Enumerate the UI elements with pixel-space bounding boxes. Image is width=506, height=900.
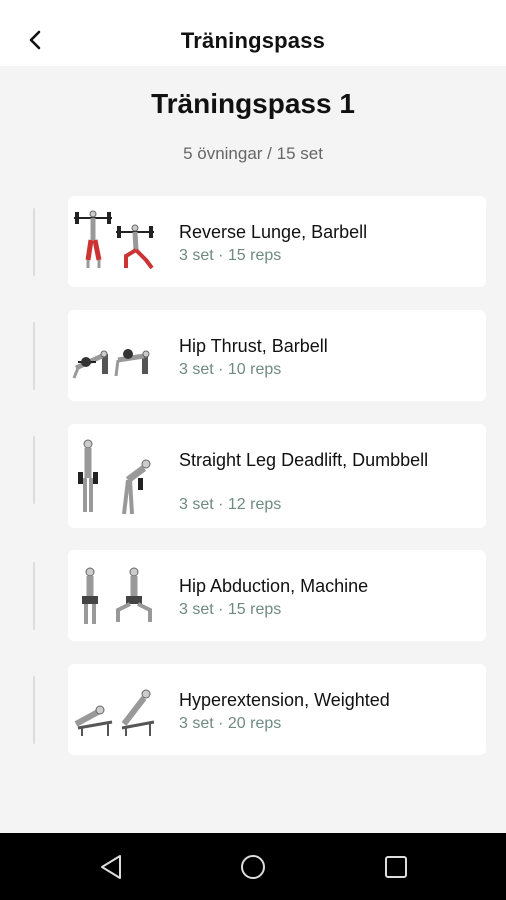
nav-back-button[interactable] bbox=[96, 851, 128, 883]
exercise-card[interactable]: Straight Leg Deadlift, Dumbbell 3 set · … bbox=[68, 424, 486, 528]
exercise-sets-reps: 3 set · 10 reps bbox=[179, 361, 282, 378]
drag-handle[interactable] bbox=[33, 322, 35, 390]
hip-abduction-illustration bbox=[82, 567, 152, 624]
hyperextension-illustration bbox=[74, 689, 155, 736]
hip-thrust-illustration bbox=[72, 349, 150, 379]
barbell-lunge-illustration bbox=[74, 210, 154, 270]
list-item: Hip Abduction, Machine 3 set · 15 reps bbox=[0, 550, 506, 664]
drag-handle[interactable] bbox=[33, 208, 35, 276]
exercise-card[interactable]: Hip Abduction, Machine 3 set · 15 reps bbox=[68, 550, 486, 641]
drag-handle[interactable] bbox=[33, 436, 35, 504]
page-title: Träningspass bbox=[180, 28, 326, 53]
deadlift-illustration bbox=[78, 439, 151, 515]
exercise-sets-reps: 3 set · 15 reps bbox=[179, 247, 282, 264]
exercise-name: Hyperextension, Weighted bbox=[179, 690, 390, 710]
circle-home-icon bbox=[241, 855, 265, 879]
exercise-card[interactable]: Hip Thrust, Barbell 3 set · 10 reps bbox=[68, 310, 486, 401]
exercise-name: Hip Abduction, Machine bbox=[179, 576, 369, 596]
workout-title: Träningspass 1 bbox=[151, 88, 355, 119]
exercise-sets-reps: 3 set · 15 reps bbox=[179, 601, 282, 618]
exercise-sets-reps: 3 set · 12 reps bbox=[179, 496, 282, 513]
list-item: Straight Leg Deadlift, Dumbbell 3 set · … bbox=[0, 424, 506, 550]
system-navigation-bar bbox=[0, 833, 506, 900]
list-item: Hyperextension, Weighted 3 set · 20 reps bbox=[0, 664, 506, 778]
exercise-card[interactable]: Reverse Lunge, Barbell 3 set · 15 reps bbox=[68, 196, 486, 287]
nav-recents-button[interactable] bbox=[380, 851, 412, 883]
exercise-sets-reps: 3 set · 20 reps bbox=[179, 715, 282, 732]
exercise-name: Reverse Lunge, Barbell bbox=[179, 222, 368, 242]
nav-home-button[interactable] bbox=[237, 851, 269, 883]
top-app-bar: Träningspass bbox=[0, 0, 506, 66]
drag-handle[interactable] bbox=[33, 562, 35, 630]
list-item: Hip Thrust, Barbell 3 set · 10 reps bbox=[0, 310, 506, 424]
triangle-back-icon bbox=[101, 855, 121, 879]
exercise-card[interactable]: Hyperextension, Weighted 3 set · 20 reps bbox=[68, 664, 486, 755]
list-item: Reverse Lunge, Barbell 3 set · 15 reps bbox=[0, 196, 506, 310]
exercise-list: Reverse Lunge, Barbell 3 set · 15 reps H… bbox=[0, 196, 506, 778]
exercise-name: Straight Leg Deadlift, Dumbbell bbox=[179, 450, 429, 470]
workout-summary: 5 övningar / 15 set bbox=[183, 144, 323, 163]
square-recents-icon bbox=[385, 856, 407, 878]
exercise-name: Hip Thrust, Barbell bbox=[179, 336, 328, 356]
drag-handle[interactable] bbox=[33, 676, 35, 744]
